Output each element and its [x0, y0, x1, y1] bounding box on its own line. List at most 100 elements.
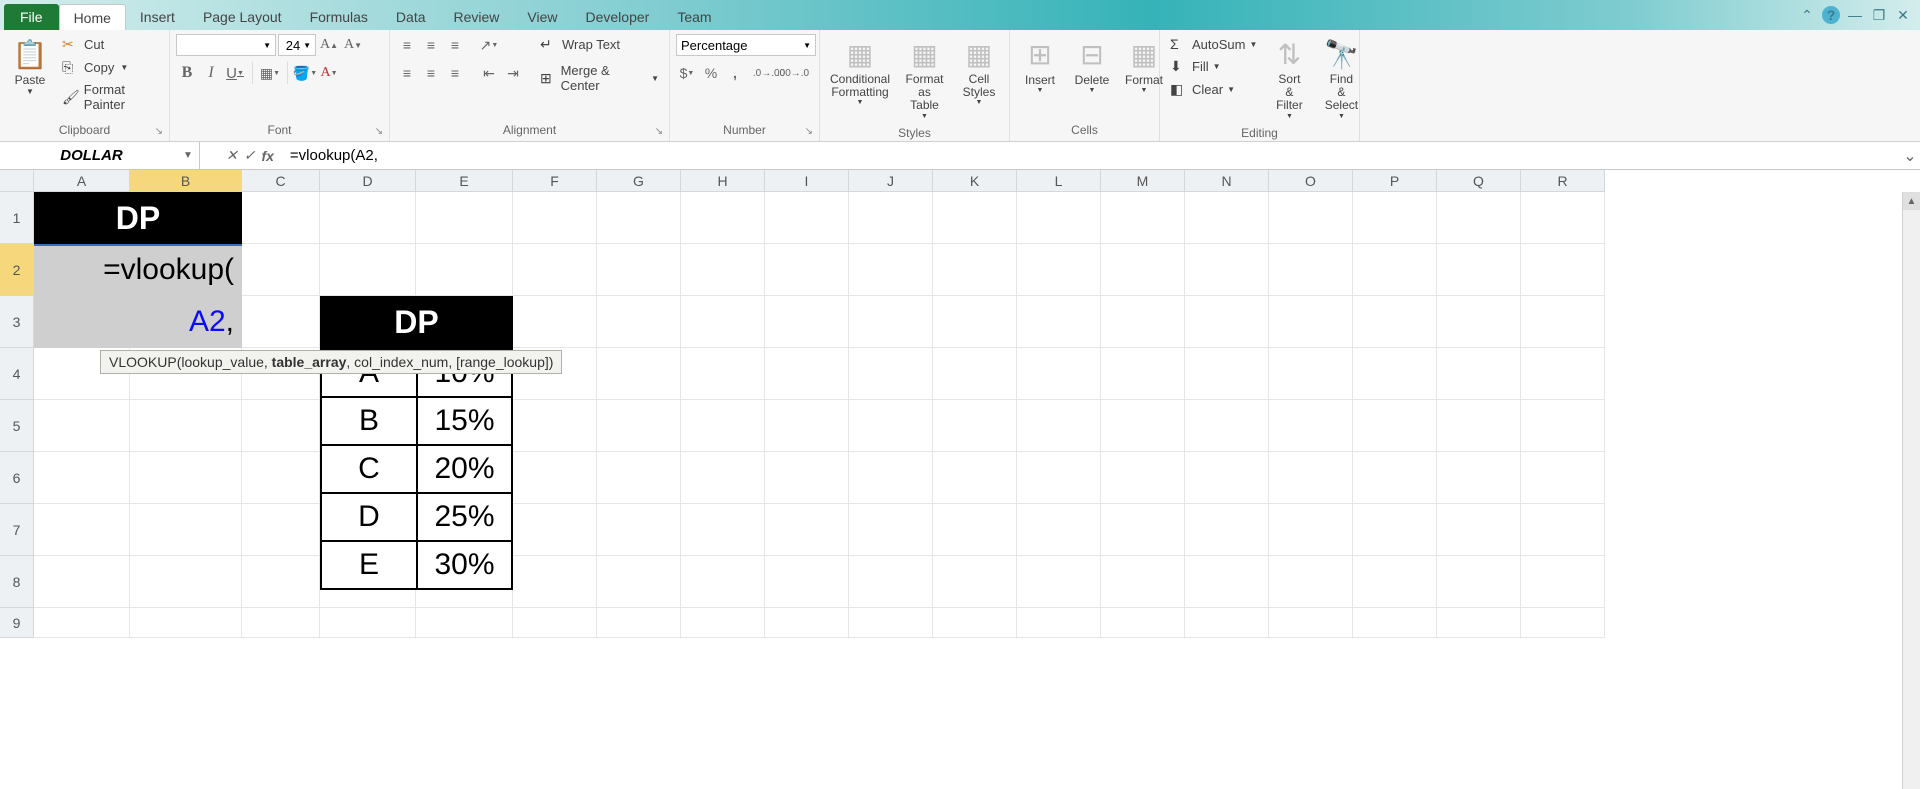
cell-H6[interactable]: [681, 452, 765, 504]
underline-button[interactable]: U▼: [224, 62, 246, 84]
align-middle-button[interactable]: ≡: [420, 34, 442, 56]
cell-F5[interactable]: [513, 400, 597, 452]
cell-P3[interactable]: [1353, 296, 1437, 348]
cell-G2[interactable]: [597, 244, 681, 296]
cell-M2[interactable]: [1101, 244, 1185, 296]
tab-developer[interactable]: Developer: [572, 4, 664, 30]
cell-C1[interactable]: [242, 192, 320, 244]
minimize-icon[interactable]: —: [1846, 6, 1864, 24]
row-header-2[interactable]: 2: [0, 244, 34, 296]
tab-formulas[interactable]: Formulas: [296, 4, 382, 30]
cell-I6[interactable]: [765, 452, 849, 504]
increase-indent-button[interactable]: ⇥: [502, 62, 524, 84]
dialog-launcher-icon[interactable]: ↘: [805, 126, 813, 137]
cell-N3[interactable]: [1185, 296, 1269, 348]
cell-A8[interactable]: [34, 556, 130, 608]
cell-P2[interactable]: [1353, 244, 1437, 296]
cell-C3[interactable]: [242, 296, 320, 348]
cell-O2[interactable]: [1269, 244, 1353, 296]
sort-filter-button[interactable]: ⇅Sort & Filter▼: [1265, 34, 1313, 124]
cell-P7[interactable]: [1353, 504, 1437, 556]
cell-R5[interactable]: [1521, 400, 1605, 452]
name-box-dropdown-icon[interactable]: ▼: [183, 150, 199, 161]
cell-O4[interactable]: [1269, 348, 1353, 400]
cell-F3[interactable]: [513, 296, 597, 348]
cell-K3[interactable]: [933, 296, 1017, 348]
cell-F9[interactable]: [513, 608, 597, 638]
cell-R1[interactable]: [1521, 192, 1605, 244]
cell-E2[interactable]: [416, 244, 513, 296]
dialog-launcher-icon[interactable]: ↘: [655, 126, 663, 137]
cell-Q1[interactable]: [1437, 192, 1521, 244]
cell-I5[interactable]: [765, 400, 849, 452]
column-header-H[interactable]: H: [681, 170, 765, 192]
font-name-combo[interactable]: ▼: [176, 34, 276, 56]
decrease-decimal-button[interactable]: .00→.0: [782, 62, 804, 84]
cell-N8[interactable]: [1185, 556, 1269, 608]
formula-bar-expand-icon[interactable]: ⌄: [1900, 146, 1920, 166]
cell-F7[interactable]: [513, 504, 597, 556]
cell-C5[interactable]: [242, 400, 320, 452]
shrink-font-button[interactable]: A▼: [342, 34, 364, 56]
cell-A6[interactable]: [34, 452, 130, 504]
cell-D9[interactable]: [320, 608, 416, 638]
cell-O9[interactable]: [1269, 608, 1353, 638]
fill-color-button[interactable]: 🪣▼: [294, 62, 316, 84]
cell-D2[interactable]: [320, 244, 416, 296]
cell-L6[interactable]: [1017, 452, 1101, 504]
wrap-text-button[interactable]: ↵Wrap Text: [536, 34, 663, 55]
column-header-O[interactable]: O: [1269, 170, 1353, 192]
bold-button[interactable]: B: [176, 62, 198, 84]
decrease-indent-button[interactable]: ⇤: [478, 62, 500, 84]
tab-file[interactable]: File: [4, 4, 59, 30]
orientation-button[interactable]: ↗▼: [478, 34, 500, 56]
cell-P8[interactable]: [1353, 556, 1437, 608]
cell-J4[interactable]: [849, 348, 933, 400]
format-painter-button[interactable]: 🖌Format Painter: [58, 80, 163, 114]
cell-B5[interactable]: [130, 400, 242, 452]
cell-Q3[interactable]: [1437, 296, 1521, 348]
cell-Q4[interactable]: [1437, 348, 1521, 400]
tab-insert[interactable]: Insert: [126, 4, 189, 30]
cell-L1[interactable]: [1017, 192, 1101, 244]
align-right-button[interactable]: ≡: [444, 62, 466, 84]
cell-G7[interactable]: [597, 504, 681, 556]
cell-K8[interactable]: [933, 556, 1017, 608]
cell-E1[interactable]: [416, 192, 513, 244]
grow-font-button[interactable]: A▲: [318, 34, 340, 56]
row-header-1[interactable]: 1: [0, 192, 34, 244]
cell-G8[interactable]: [597, 556, 681, 608]
cell-J1[interactable]: [849, 192, 933, 244]
cell-I4[interactable]: [765, 348, 849, 400]
cell-R7[interactable]: [1521, 504, 1605, 556]
cell-J3[interactable]: [849, 296, 933, 348]
cell-H2[interactable]: [681, 244, 765, 296]
cell-P6[interactable]: [1353, 452, 1437, 504]
cell-L9[interactable]: [1017, 608, 1101, 638]
cell-L3[interactable]: [1017, 296, 1101, 348]
align-center-button[interactable]: ≡: [420, 62, 442, 84]
scroll-up-icon[interactable]: ▲: [1903, 192, 1920, 210]
align-top-button[interactable]: ≡: [396, 34, 418, 56]
cell-G1[interactable]: [597, 192, 681, 244]
cell-A5[interactable]: [34, 400, 130, 452]
cell-K7[interactable]: [933, 504, 1017, 556]
cell-B8[interactable]: [130, 556, 242, 608]
cell-O6[interactable]: [1269, 452, 1353, 504]
cell-F2[interactable]: [513, 244, 597, 296]
delete-cells-button[interactable]: ⊟Delete▼: [1068, 34, 1116, 98]
select-all-corner[interactable]: [0, 170, 34, 192]
column-header-N[interactable]: N: [1185, 170, 1269, 192]
column-header-Q[interactable]: Q: [1437, 170, 1521, 192]
row-header-7[interactable]: 7: [0, 504, 34, 556]
cell-K4[interactable]: [933, 348, 1017, 400]
cell-M8[interactable]: [1101, 556, 1185, 608]
cell-K2[interactable]: [933, 244, 1017, 296]
insert-function-button[interactable]: fx: [261, 148, 273, 164]
cell-N6[interactable]: [1185, 452, 1269, 504]
spreadsheet-grid[interactable]: ABCDEFGHIJKLMNOPQR 123456789 DP =vlookup…: [0, 170, 1920, 789]
cell-P5[interactable]: [1353, 400, 1437, 452]
cell-F8[interactable]: [513, 556, 597, 608]
accounting-format-button[interactable]: $▼: [676, 62, 698, 84]
format-as-table-button[interactable]: ▦Format as Table▼: [898, 34, 951, 124]
